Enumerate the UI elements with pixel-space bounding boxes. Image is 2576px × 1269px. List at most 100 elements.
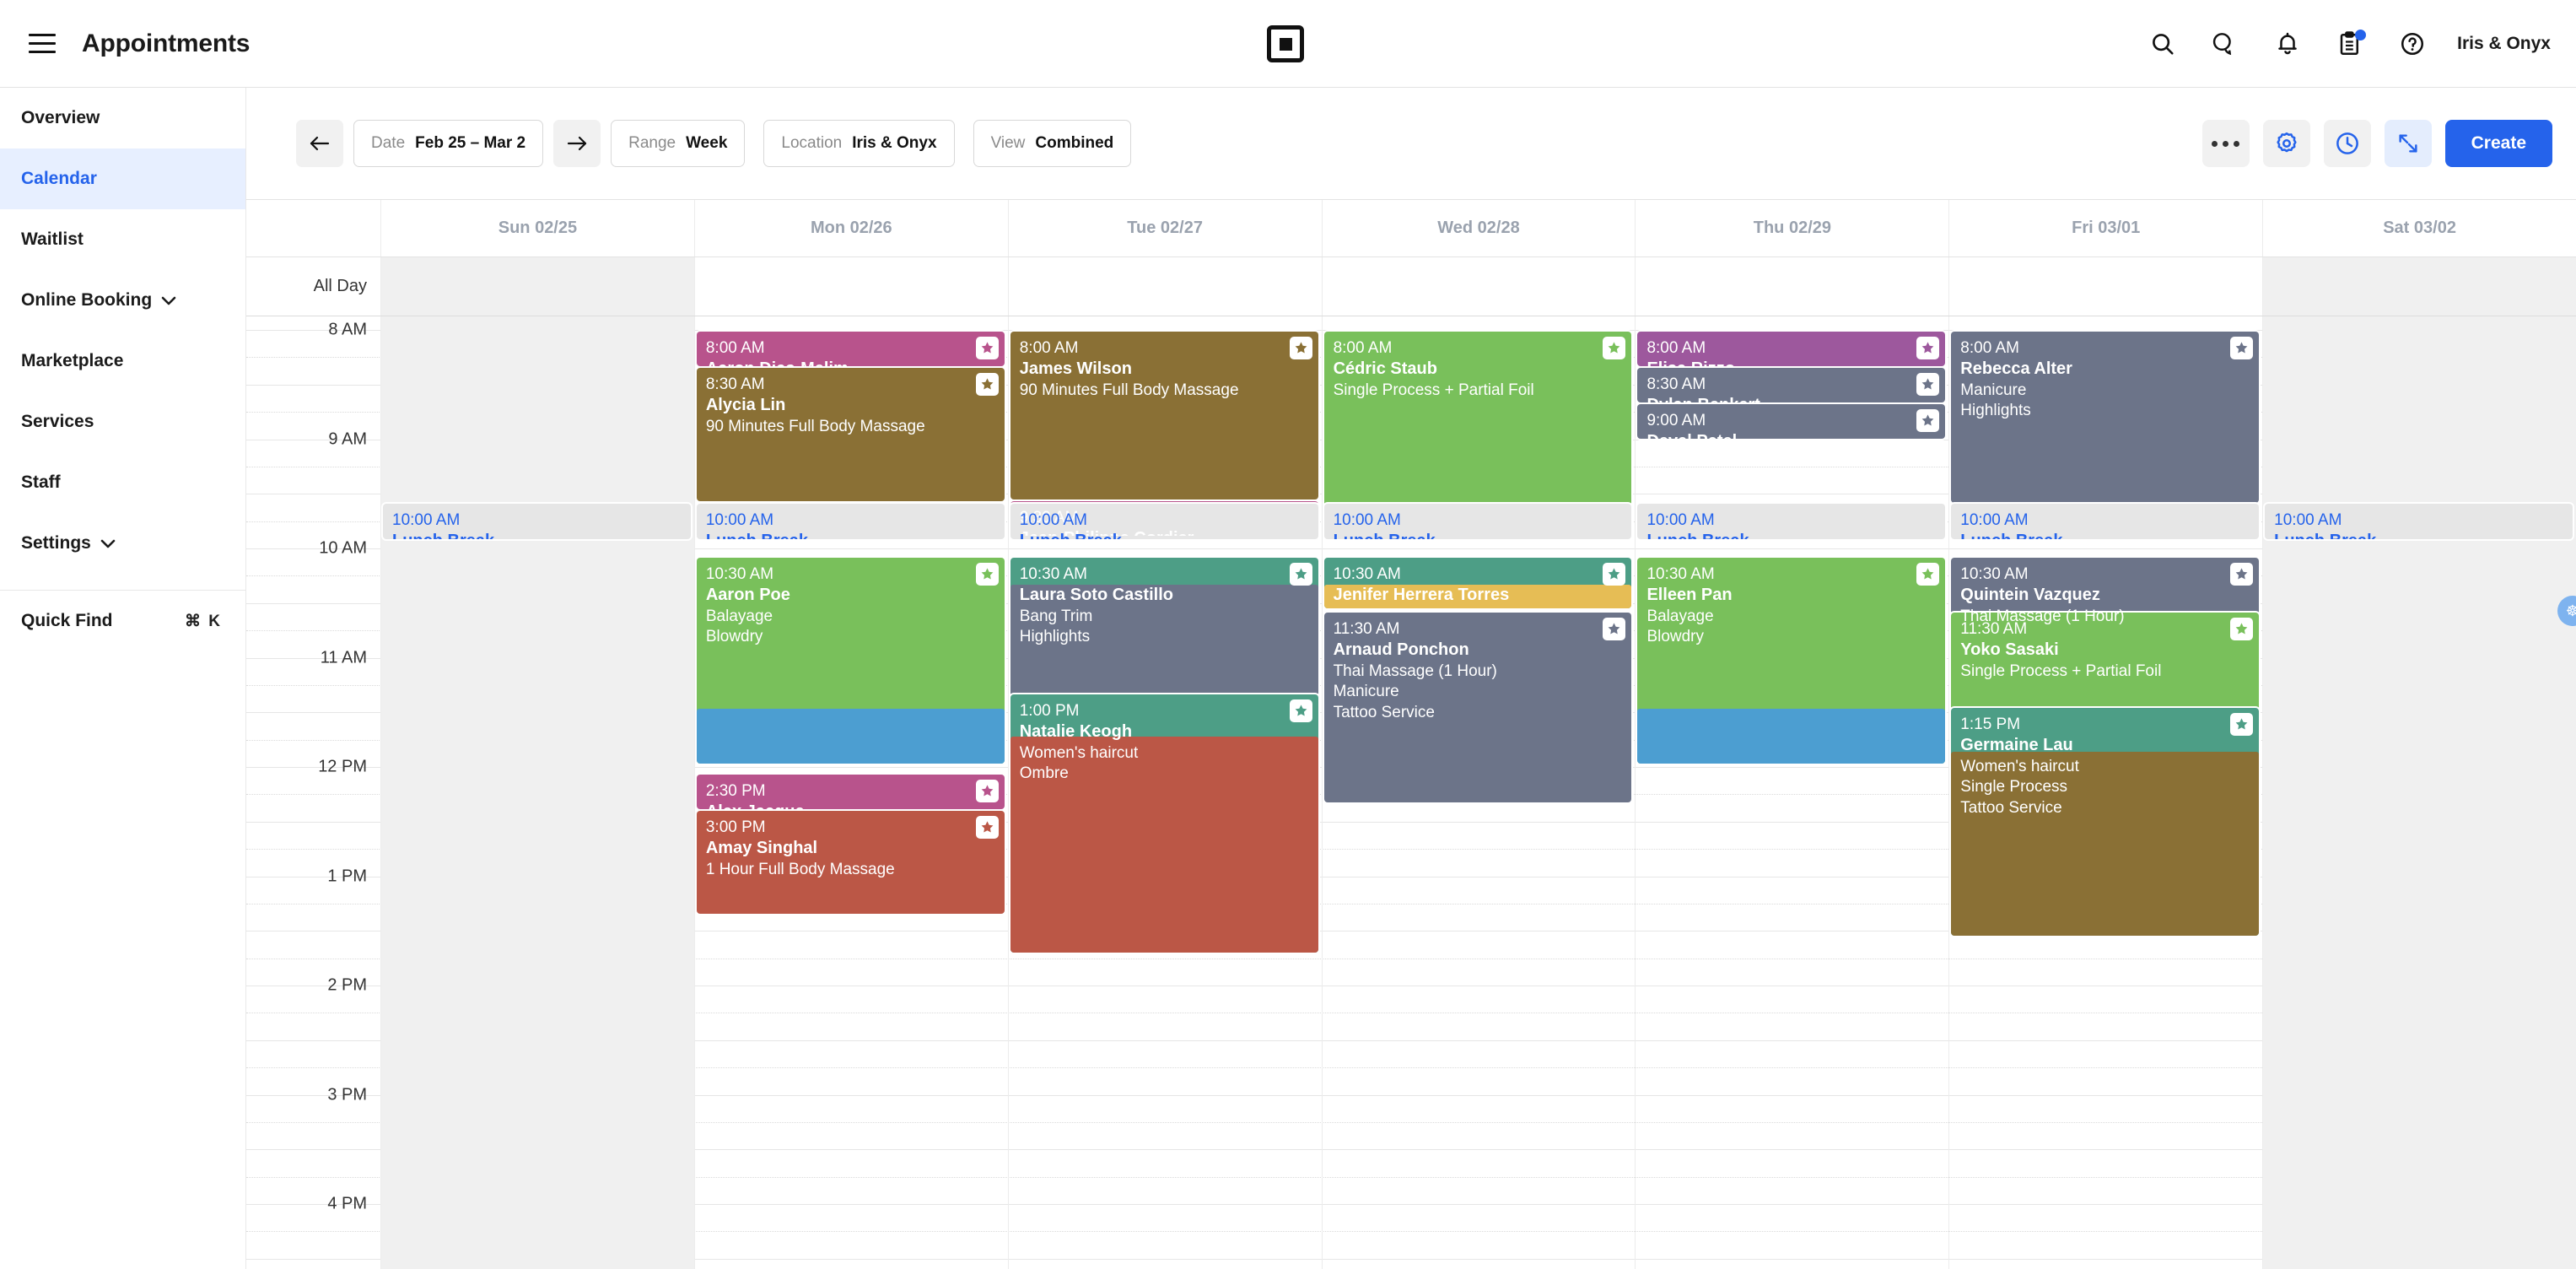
appointment-block[interactable]: 10:30 AM Laura Soto Castillo Bang Trim High…	[1010, 558, 1318, 706]
appointment-block[interactable]: 8:00 AM Rebecca Alter Manicure Highlights	[1951, 332, 2260, 503]
day-header-tue[interactable]: Tue 02/27	[1009, 200, 1323, 256]
expand-view-button[interactable]	[2384, 120, 2432, 167]
help-icon[interactable]	[2381, 0, 2444, 88]
sidebar-item-label: Online Booking	[21, 290, 153, 310]
sidebar-item-label: Waitlist	[21, 230, 84, 249]
appointment-time: 10:00 AM	[1960, 511, 2029, 529]
appointment-client-name: Jenifer Herrera Torres	[1333, 586, 1510, 605]
previous-week-button[interactable]	[296, 120, 343, 167]
appointment-service: 90 Minutes Full Body Massage	[1019, 381, 1239, 399]
time-label: 1 PM	[327, 867, 367, 885]
sidebar-item-overview[interactable]: Overview	[0, 88, 245, 148]
waitlist-history-button[interactable]	[2323, 120, 2371, 167]
view-selector[interactable]: View Combined	[973, 120, 1132, 167]
appointment-block[interactable]: 10:30 AM Elleen Pan Balayage Blowdry	[1637, 558, 1946, 764]
appointment-block[interactable]: 10:30 AM Aaron Poe Balayage Blowdry	[696, 558, 1005, 764]
day-header-fri[interactable]: Fri 03/01	[1949, 200, 2264, 256]
sidebar-item-label: Marketplace	[21, 351, 124, 370]
appointment-client-name: Alex Jacque	[706, 802, 995, 809]
all-day-cell-wed[interactable]	[1323, 257, 1636, 316]
sidebar-item-waitlist[interactable]: Waitlist	[0, 209, 245, 270]
hamburger-icon[interactable]	[24, 25, 61, 62]
appointment-block[interactable]: 8:00 AM Elisa Rizzo	[1637, 332, 1946, 366]
appointment-time: 10:00 AM	[1646, 511, 1715, 529]
range-value: Week	[686, 134, 728, 152]
next-week-button[interactable]	[553, 120, 601, 167]
sidebar-item-services[interactable]: Services	[0, 392, 245, 452]
break-block[interactable]: 10:00 AM Lunch Break	[1951, 504, 2260, 539]
location-selector[interactable]: Location Iris & Onyx	[763, 120, 955, 167]
appointment-client-name: Rebecca Alter	[1960, 359, 2072, 379]
appointment-time: 1:15 PM	[1960, 716, 2021, 733]
break-block[interactable]: 10:00 AM Lunch Break	[1637, 504, 1946, 539]
appointment-client-name: Lunch Break	[1960, 531, 2250, 539]
all-day-cell-tue[interactable]	[1009, 257, 1323, 316]
search-icon[interactable]	[2131, 0, 2194, 88]
quick-find-button[interactable]: Quick Find ⌘ K	[0, 591, 245, 651]
sidebar-item-settings[interactable]: Settings	[0, 513, 245, 574]
more-options-button[interactable]	[2201, 120, 2250, 167]
clipboard-tasks-icon[interactable]	[2319, 0, 2381, 88]
sidebar-item-marketplace[interactable]: Marketplace	[0, 331, 245, 392]
appointment-block[interactable]: 3:00 PM Amay Singhal 1 Hour Full Body Mass…	[696, 811, 1005, 914]
all-day-cell-mon[interactable]	[695, 257, 1009, 316]
appointment-block[interactable]: 8:00 AM Aaron Dias-Melim	[696, 332, 1005, 366]
messages-icon[interactable]	[2194, 0, 2256, 88]
break-block[interactable]: 10:00 AM Lunch Break	[1323, 504, 1632, 539]
calendar-day-header-row: Sun 02/25 Mon 02/26 Tue 02/27 Wed 02/28 …	[246, 199, 2576, 257]
day-column[interactable]: 8:00 AM Cédric Staub Single Process + Part…	[1323, 316, 1636, 1269]
calendar-settings-button[interactable]	[2262, 120, 2310, 167]
time-gutter-header	[246, 200, 381, 256]
all-day-cell-thu[interactable]	[1636, 257, 1950, 316]
appointment-block[interactable]: 8:30 AM Dylan Benkert	[1637, 368, 1946, 402]
range-selector[interactable]: Range Week	[611, 120, 746, 167]
break-block[interactable]: 10:00 AM Lunch Break	[696, 504, 1005, 539]
appointment-time: 10:30 AM	[1646, 565, 1715, 583]
date-range-selector[interactable]: Date Feb 25 – Mar 2	[353, 120, 544, 167]
appointment-block[interactable]: 2:30 PM Alex Jacque	[696, 775, 1005, 809]
chevron-down-icon	[161, 290, 176, 310]
notifications-bell-icon[interactable]	[2256, 0, 2319, 88]
day-header-wed[interactable]: Wed 02/28	[1323, 200, 1636, 256]
appointment-block[interactable]: 1:00 PM Natalie Keogh Women's haircut Ombre	[1010, 694, 1318, 953]
appointment-block[interactable]: 10:30 AM Jenifer Herrera Torres Women's ha…	[1323, 558, 1632, 608]
appointment-client-name: Lunch Break	[1646, 531, 1936, 539]
sidebar-item-calendar[interactable]: Calendar	[0, 148, 245, 209]
appointment-client-name: James Wilson	[1019, 359, 1132, 379]
appointment-block[interactable]: 1:15 PM Germaine Lau Women's haircut Single…	[1951, 708, 2260, 936]
appointment-service: 1 Hour Full Body Massage	[705, 860, 895, 878]
appointment-block[interactable]: 8:30 AM Alycia Lin 90 Minutes Full Body Ma…	[696, 368, 1005, 501]
day-column[interactable]: 10:00 AM Lunch Break	[381, 316, 695, 1269]
create-button[interactable]: Create	[2444, 120, 2552, 167]
day-column[interactable]: 8:00 AM Elisa Rizzo 8:30 AM Dylan Benkert 9:…	[1636, 316, 1950, 1269]
sidebar-item-online-booking[interactable]: Online Booking	[0, 270, 245, 331]
all-day-cell-sun[interactable]	[381, 257, 695, 316]
day-header-mon[interactable]: Mon 02/26	[695, 200, 1009, 256]
appointment-time: 10:30 AM	[1333, 565, 1401, 583]
all-day-cell-fri[interactable]	[1949, 257, 2264, 316]
appointment-service: Thai Massage (1 Hour)	[1333, 662, 1497, 680]
time-label: 8 AM	[328, 320, 367, 339]
appointment-block[interactable]: 11:30 AM Arnaud Ponchon Thai Massage (1 Ho…	[1323, 613, 1632, 802]
appointment-time: 8:00 AM	[705, 339, 765, 357]
app-header: Appointments Iris & Onyx	[0, 0, 2576, 88]
day-column[interactable]: 8:00 AM James Wilson 90 Minutes Full Body …	[1009, 316, 1323, 1269]
day-header-sun[interactable]: Sun 02/25	[381, 200, 695, 256]
day-header-thu[interactable]: Thu 02/29	[1636, 200, 1950, 256]
appointment-block[interactable]: 9:00 AM Deval Patel	[1637, 404, 1946, 439]
account-name[interactable]: Iris & Onyx	[2457, 34, 2551, 54]
break-block[interactable]: 10:00 AM Lunch Break	[2265, 504, 2573, 539]
appointment-block[interactable]: 8:00 AM James Wilson 90 Minutes Full Body …	[1010, 332, 1318, 500]
time-label: 12 PM	[318, 757, 367, 776]
appointment-block[interactable]: 8:00 AM Cédric Staub Single Process + Part…	[1323, 332, 1632, 519]
break-block[interactable]: 10:00 AM Lunch Break	[383, 504, 691, 539]
appointment-client-name: Lunch Break	[392, 531, 682, 539]
sidebar-item-staff[interactable]: Staff	[0, 452, 245, 513]
day-column[interactable]: 10:00 AM Lunch Break	[2263, 316, 2576, 1269]
sidebar-item-label: Staff	[21, 472, 61, 492]
day-column[interactable]: 8:00 AM Rebecca Alter Manicure Highlights 10…	[1949, 316, 2264, 1269]
day-header-sat[interactable]: Sat 03/02	[2263, 200, 2576, 256]
appointment-client-name: Aaron Poe	[705, 586, 790, 605]
all-day-cell-sat[interactable]	[2263, 257, 2576, 316]
day-column[interactable]: 8:00 AM Aaron Dias-Melim 8:30 AM Alycia Lin…	[695, 316, 1009, 1269]
